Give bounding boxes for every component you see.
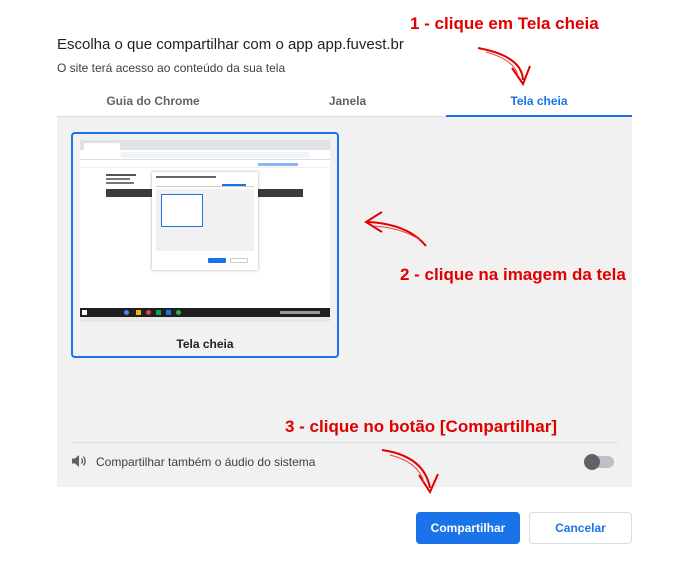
dialog-title: Escolha o que compartilhar com o app app… (57, 36, 404, 53)
preview-start-icon (82, 310, 87, 315)
preview-taskbar-icon (124, 310, 129, 315)
preview-bottom-edge (80, 317, 330, 322)
preview-bookmark (258, 163, 298, 166)
annotation-step-1: 1 - clique em Tela cheia (410, 14, 599, 33)
preview-dialog (152, 172, 258, 270)
preview-text-line (106, 178, 130, 180)
preview-dialog-tabs (156, 186, 254, 187)
preview-taskbar-icon (156, 310, 161, 315)
tab-tela-cheia[interactable]: Tela cheia (446, 87, 632, 117)
preview-tab (84, 143, 120, 150)
annotation-arrow-1-icon (477, 47, 531, 87)
speaker-icon (72, 455, 86, 467)
system-audio-label: Compartilhar também o áudio do sistema (96, 455, 316, 469)
preview-dialog-active-tab (222, 184, 246, 186)
preview-taskbar-icon (176, 310, 181, 315)
preview-text-line (106, 182, 134, 184)
screen-preview-image[interactable] (80, 140, 330, 322)
annotation-step-2: 2 - clique na imagem da tela (400, 265, 626, 284)
preview-taskbar-icon (146, 310, 151, 315)
tab-bar: Guia do Chrome Janela Tela cheia (57, 87, 632, 117)
toggle-knob (584, 454, 600, 470)
system-audio-row: Compartilhar também o áudio do sistema (71, 442, 618, 478)
preview-taskbar-icon (166, 310, 171, 315)
preview-dialog-share-button (208, 258, 226, 263)
system-audio-toggle[interactable] (584, 454, 614, 470)
tab-guia-do-chrome[interactable]: Guia do Chrome (57, 87, 249, 117)
preview-system-tray (280, 311, 320, 314)
annotation-step-3: 3 - clique no botão [Compartilhar] (285, 417, 558, 436)
preview-taskbar-icon (136, 310, 141, 315)
dialog-subtitle: O site terá acesso ao conteúdo da sua te… (57, 61, 286, 75)
screen-thumbnail-label: Tela cheia (176, 337, 234, 351)
preview-dialog-title (156, 176, 216, 178)
preview-address-bar (120, 152, 310, 158)
cancel-button[interactable]: Cancelar (529, 512, 632, 544)
share-button[interactable]: Compartilhar (416, 512, 520, 544)
preview-text-line (106, 174, 136, 176)
tab-janela[interactable]: Janela (249, 87, 446, 117)
preview-dialog-cancel-button (230, 258, 248, 263)
preview-dialog-thumb (161, 194, 203, 227)
screen-thumbnail-card[interactable]: Tela cheia (71, 132, 339, 358)
